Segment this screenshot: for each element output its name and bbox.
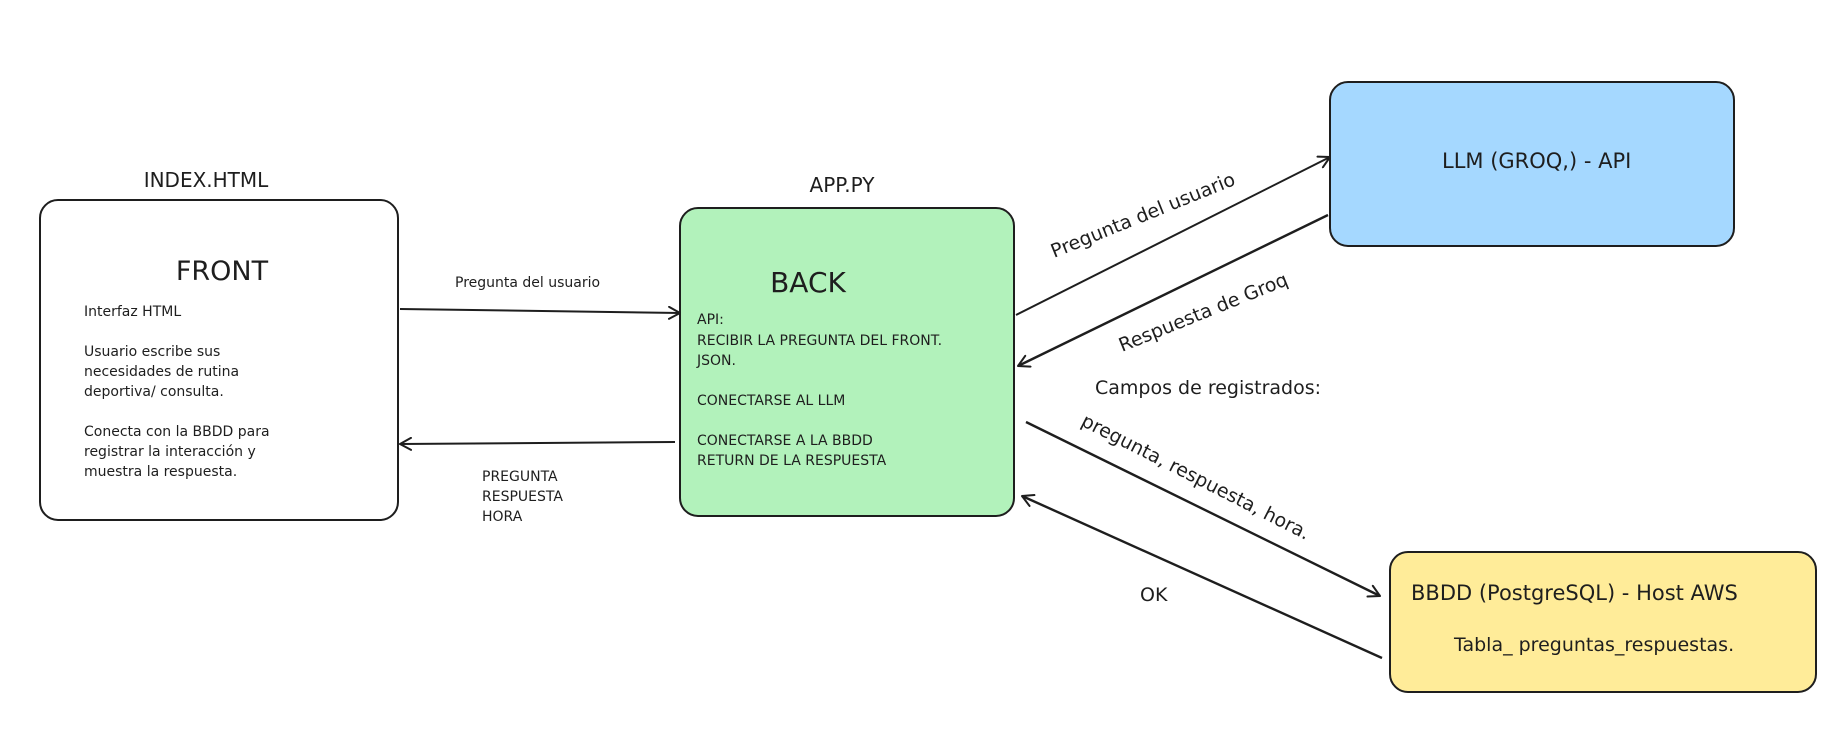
label-back-to-db-2: pregunta, respuesta, hora. <box>1078 410 1314 545</box>
label-back-to-db-line: Campos de registrados: <box>1095 377 1321 399</box>
label-back-to-front-line: PREGUNTA <box>482 469 558 485</box>
back-node: APP.PY BACK API: RECIBIR LA PREGUNTA DEL… <box>679 173 1015 517</box>
back-line: CONECTARSE A LA BBDD <box>697 433 873 449</box>
label-back-to-front-line: HORA <box>482 509 523 525</box>
arrow-front-to-back <box>399 305 681 320</box>
front-node: INDEX.HTML FRONT Interfaz HTML Usuario e… <box>39 168 399 521</box>
back-line: RECIBIR LA PREGUNTA DEL FRONT. <box>697 333 942 349</box>
front-title: FRONT <box>176 256 269 287</box>
db-title: BBDD (PostgreSQL) - Host AWS <box>1411 581 1738 605</box>
back-line: CONECTARSE AL LLM <box>697 393 845 409</box>
label-back-to-db: Campos de registrados: <box>1095 377 1321 399</box>
front-caption: INDEX.HTML <box>144 168 269 192</box>
arrow-db-to-back <box>1020 494 1383 660</box>
front-line: deportiva/ consulta. <box>84 384 224 400</box>
db-node: BBDD (PostgreSQL) - Host AWS Tabla_ preg… <box>1389 551 1817 693</box>
back-caption: APP.PY <box>810 173 876 197</box>
arrow-back-to-db <box>1025 420 1381 598</box>
label-back-to-front-line: RESPUESTA <box>482 489 563 505</box>
front-line: Interfaz HTML <box>84 304 181 320</box>
label-db-to-back: OK <box>1140 584 1168 606</box>
front-line: Conecta con la BBDD para <box>84 424 270 440</box>
llm-node: LLM (GROQ,) - API <box>1329 81 1735 247</box>
front-line: registrar la interacción y <box>84 444 256 460</box>
front-line: muestra la respuesta. <box>84 464 237 480</box>
arrow-back-to-front <box>399 436 676 451</box>
back-line: API: <box>697 312 724 328</box>
db-box <box>1389 551 1817 693</box>
label-front-to-back: Pregunta del usuario <box>455 275 600 291</box>
back-title: BACK <box>770 266 846 299</box>
front-line: Usuario escribe sus <box>84 344 220 360</box>
back-line: JSON. <box>696 353 736 369</box>
front-line: necesidades de rutina <box>84 364 239 380</box>
back-line: RETURN DE LA RESPUESTA <box>697 453 887 469</box>
db-subtitle: Tabla_ preguntas_respuestas. <box>1453 634 1734 656</box>
label-back-to-db-line: pregunta, respuesta, hora. <box>1078 410 1314 545</box>
label-back-to-llm: Pregunta del usuario <box>1048 168 1239 262</box>
llm-title: LLM (GROQ,) - API <box>1442 149 1631 173</box>
label-back-to-front: PREGUNTA RESPUESTA HORA <box>482 469 567 525</box>
label-llm-to-back: Respuesta de Groq <box>1116 269 1291 357</box>
architecture-diagram: INDEX.HTML FRONT Interfaz HTML Usuario e… <box>39 81 1817 693</box>
